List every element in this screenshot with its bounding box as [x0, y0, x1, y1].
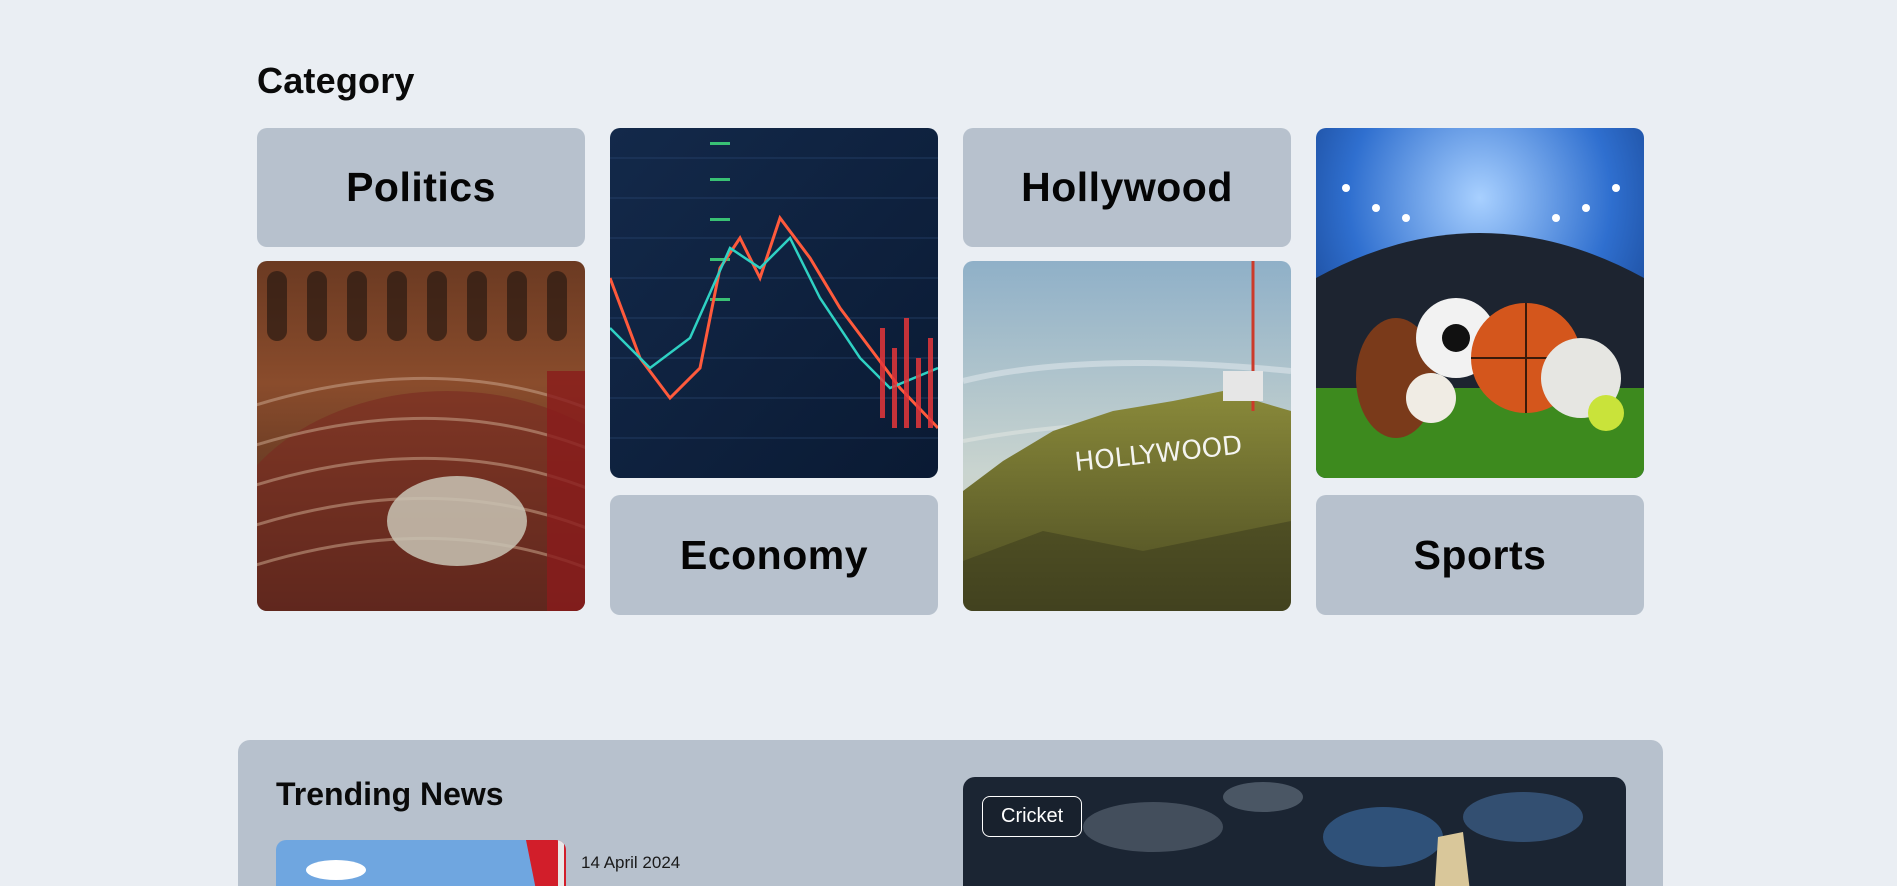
category-sports-text: Sports	[1413, 531, 1547, 578]
trending-news-section: Trending News 14 April 2024 Cricket	[238, 740, 1663, 886]
category-hollywood-text: Hollywood	[1021, 164, 1233, 210]
trending-news-heading: Trending News	[276, 776, 504, 812]
category-sports-label[interactable]: Sports	[1316, 495, 1644, 615]
page: Category Politics Economy Hollywood HOLL…	[0, 0, 1897, 886]
hollywood-sign-image: HOLLYWOOD	[963, 261, 1291, 611]
trending-news-date: 14 April 2024	[581, 853, 681, 872]
trending-feature-card[interactable]: Cricket	[963, 777, 1626, 886]
stock-chart-image	[610, 128, 938, 478]
category-politics-text: Politics	[346, 164, 496, 210]
city-flag-image	[276, 840, 566, 886]
category-economy-image[interactable]	[610, 128, 938, 478]
category-hollywood-image[interactable]: HOLLYWOOD	[963, 261, 1291, 611]
parliament-image	[257, 261, 585, 611]
category-sports-image[interactable]	[1316, 128, 1644, 478]
category-politics-image[interactable]	[257, 261, 585, 611]
category-heading: Category	[257, 60, 415, 101]
sports-balls-image	[1316, 128, 1644, 478]
cricket-tag[interactable]: Cricket	[982, 796, 1083, 837]
category-economy-text: Economy	[679, 531, 869, 578]
trending-news-thumbnail[interactable]	[276, 840, 566, 886]
category-hollywood-label[interactable]: Hollywood	[963, 128, 1291, 247]
category-economy-label[interactable]: Economy	[610, 495, 938, 615]
category-politics-label[interactable]: Politics	[257, 128, 585, 247]
